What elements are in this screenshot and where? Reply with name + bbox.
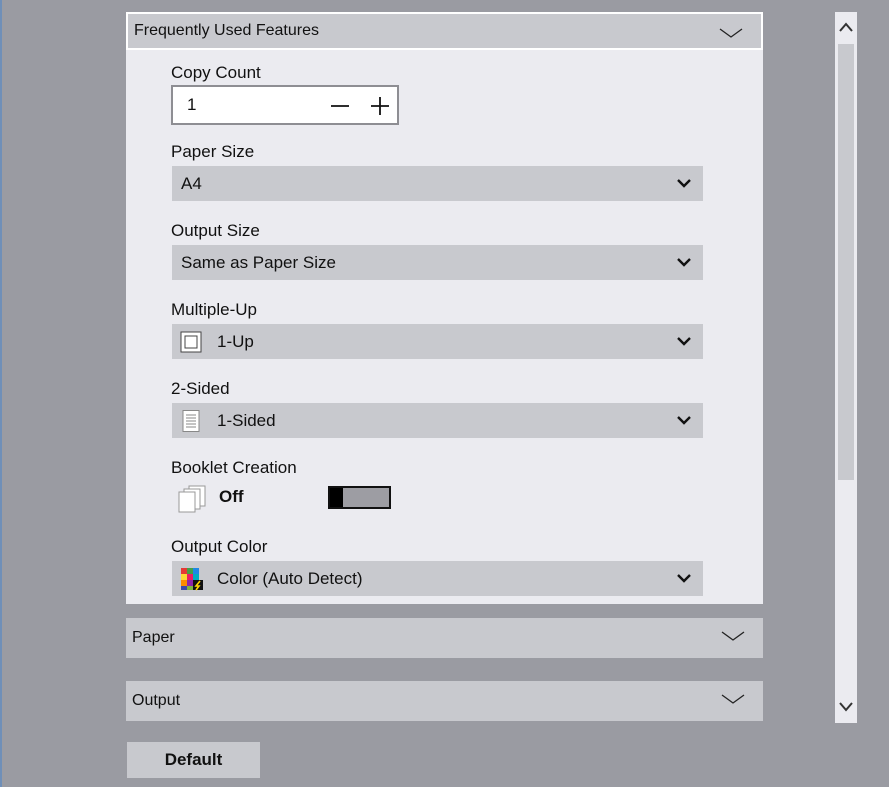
booklet-stack-icon: [178, 485, 206, 513]
paper-section-header[interactable]: Paper: [126, 618, 763, 658]
two-sided-label: 2-Sided: [171, 379, 230, 398]
color-auto-detect-icon: [181, 568, 203, 591]
chevron-down-icon: [721, 631, 745, 641]
two-sided-value: 1-Sided: [217, 411, 276, 430]
output-color-dropdown[interactable]: Color (Auto Detect): [172, 561, 703, 596]
section-title: Paper: [132, 629, 175, 646]
plus-icon[interactable]: [370, 96, 390, 116]
single-page-icon: [180, 331, 202, 353]
multiple-up-dropdown[interactable]: 1-Up: [172, 324, 703, 359]
output-section-header[interactable]: Output: [126, 681, 763, 721]
paper-size-value: A4: [181, 174, 202, 193]
scrollbar-thumb[interactable]: [838, 44, 854, 480]
copy-count-label: Copy Count: [171, 63, 261, 82]
scroll-up-arrow-icon[interactable]: [835, 12, 857, 42]
scroll-down-arrow-icon[interactable]: [835, 693, 857, 723]
chevron-down-icon: [721, 694, 745, 704]
chevron-down-icon: [677, 416, 691, 425]
minus-icon[interactable]: [330, 96, 350, 116]
multiple-up-label: Multiple-Up: [171, 300, 257, 319]
vertical-scrollbar[interactable]: [835, 12, 857, 723]
copy-count-value[interactable]: 1: [187, 95, 196, 115]
window-left-edge: [0, 0, 2, 787]
paper-size-label: Paper Size: [171, 142, 255, 161]
booklet-creation-value: Off: [219, 487, 244, 506]
booklet-creation-label: Booklet Creation: [171, 458, 297, 477]
output-size-label: Output Size: [171, 221, 260, 240]
multiple-up-value: 1-Up: [217, 332, 254, 351]
frequently-used-header[interactable]: Frequently Used Features: [126, 12, 763, 50]
output-size-dropdown[interactable]: Same as Paper Size: [172, 245, 703, 280]
booklet-creation-toggle[interactable]: [328, 486, 391, 509]
default-button[interactable]: Default: [127, 742, 260, 778]
one-sided-page-icon: [182, 410, 200, 432]
two-sided-dropdown[interactable]: 1-Sided: [172, 403, 703, 438]
chevron-down-icon: [677, 258, 691, 267]
frequently-used-section: Frequently Used Features Copy Count 1 Pa…: [126, 12, 763, 604]
copy-count-stepper[interactable]: 1: [171, 85, 399, 125]
output-color-label: Output Color: [171, 537, 268, 556]
paper-size-dropdown[interactable]: A4: [172, 166, 703, 201]
output-size-value: Same as Paper Size: [181, 253, 336, 272]
chevron-down-icon: [677, 337, 691, 346]
section-title: Frequently Used Features: [134, 22, 319, 39]
chevron-down-icon: [677, 179, 691, 188]
toggle-knob: [330, 488, 343, 507]
chevron-down-icon: [677, 574, 691, 583]
section-title: Output: [132, 692, 181, 709]
output-color-value: Color (Auto Detect): [217, 569, 363, 588]
chevron-down-icon: [719, 28, 743, 38]
booklet-creation-row: Off: [171, 482, 411, 518]
